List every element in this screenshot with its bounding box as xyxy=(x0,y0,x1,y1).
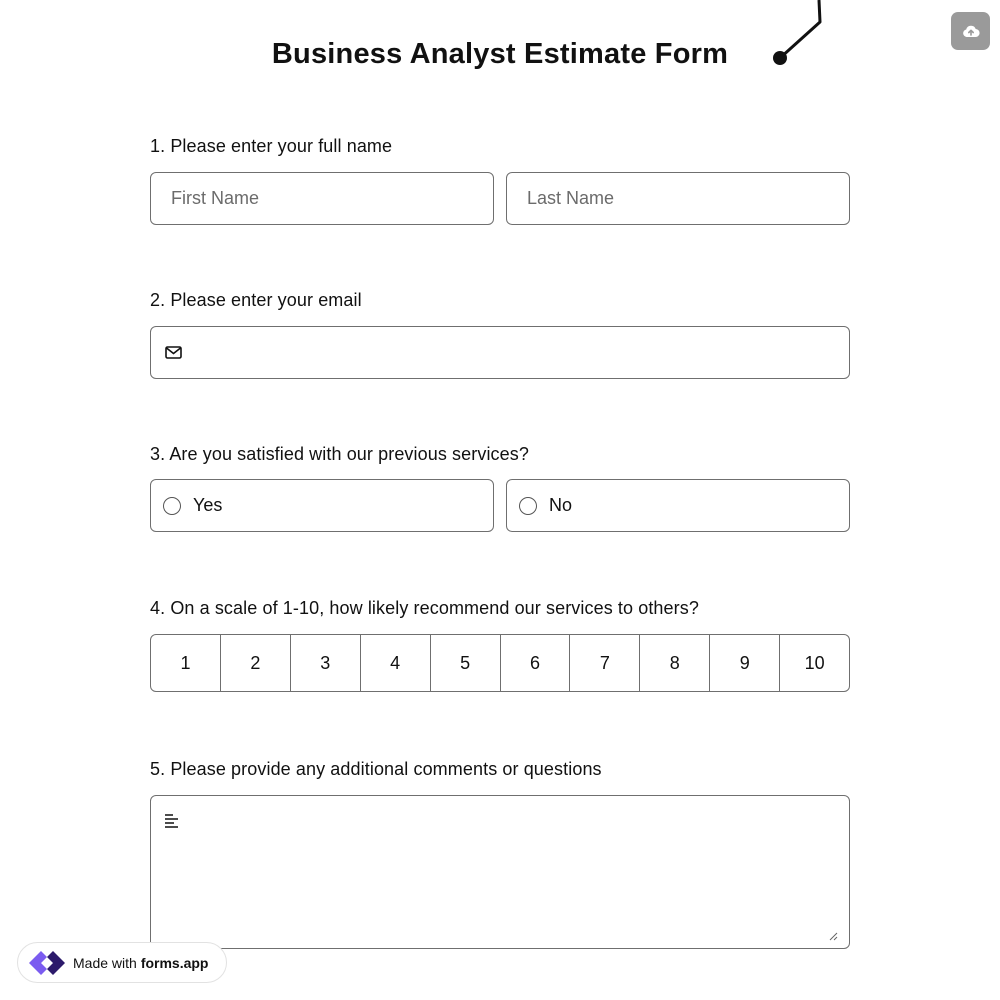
envelope-icon xyxy=(165,346,182,359)
question-2-label: 2. Please enter your email xyxy=(150,290,362,310)
scale-option-2[interactable]: 2 xyxy=(221,635,291,691)
radio-button[interactable] xyxy=(519,496,537,515)
form-title: Business Analyst Estimate Form xyxy=(271,38,729,70)
radio-label-no: No xyxy=(549,495,573,515)
question-4-label: 4. On a scale of 1-10, how likely recomm… xyxy=(150,598,699,618)
scale-option-10[interactable]: 10 xyxy=(780,635,849,691)
forms-app-logo-icon xyxy=(29,950,65,975)
scale-option-6[interactable]: 6 xyxy=(501,635,571,691)
radio-option-yes[interactable]: Yes xyxy=(150,479,494,532)
scale-option-3[interactable]: 3 xyxy=(291,635,361,691)
comments-field xyxy=(150,795,850,949)
made-with-badge[interactable]: Made with forms.app xyxy=(17,942,227,983)
badge-prefix: Made with xyxy=(73,954,137,971)
scale-option-4[interactable]: 4 xyxy=(361,635,431,691)
scale-option-8[interactable]: 8 xyxy=(640,635,711,691)
scale-option-7[interactable]: 7 xyxy=(570,635,641,691)
rating-scale: 1 2 3 4 5 6 7 8 9 10 xyxy=(150,634,850,692)
radio-button[interactable] xyxy=(163,496,181,515)
radio-option-no[interactable]: No xyxy=(506,479,850,532)
question-3-label: 3. Are you satisfied with our previous s… xyxy=(150,444,529,464)
email-input[interactable] xyxy=(182,326,849,379)
badge-brand: forms.app xyxy=(140,954,209,971)
question-5-label: 5. Please provide any additional comment… xyxy=(150,759,602,779)
scale-option-9[interactable]: 9 xyxy=(710,635,781,691)
scale-option-1[interactable]: 1 xyxy=(151,635,221,691)
text-align-left-icon xyxy=(165,814,178,828)
email-field[interactable] xyxy=(150,326,850,379)
first-name-input[interactable] xyxy=(150,172,494,225)
scale-option-5[interactable]: 5 xyxy=(431,635,501,691)
radio-label-yes: Yes xyxy=(193,495,223,515)
question-1-label: 1. Please enter your full name xyxy=(150,136,393,156)
last-name-input[interactable] xyxy=(506,172,850,225)
resize-handle-icon[interactable] xyxy=(828,931,838,941)
comments-textarea[interactable] xyxy=(150,795,850,949)
cloud-upload-icon xyxy=(962,25,980,38)
